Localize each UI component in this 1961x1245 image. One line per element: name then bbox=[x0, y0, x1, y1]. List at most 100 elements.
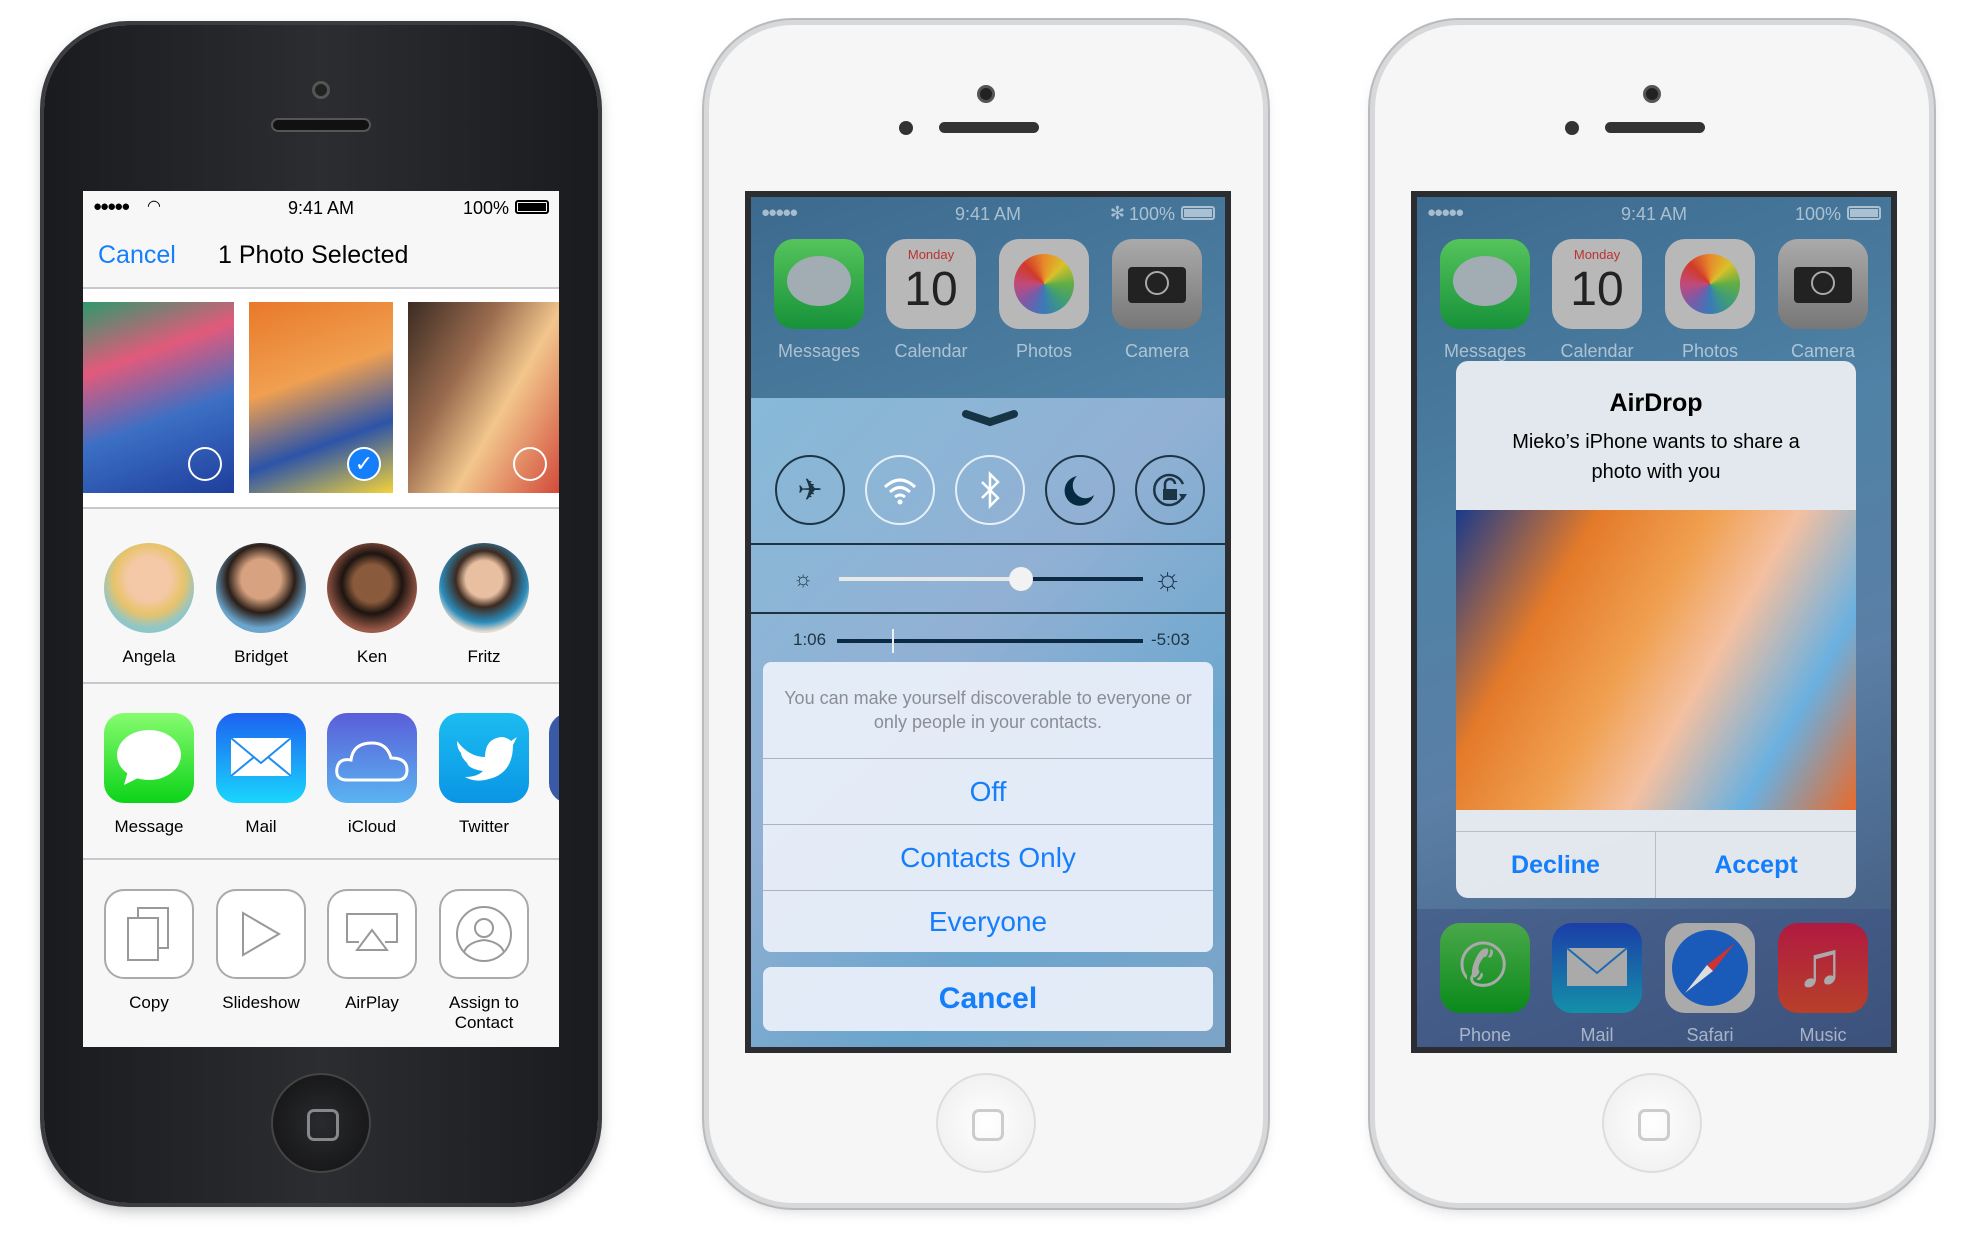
calendar-date: 10 bbox=[904, 263, 958, 316]
page-title: 1 Photo Selected bbox=[218, 241, 409, 269]
copy-icon bbox=[104, 889, 194, 979]
cancel-button[interactable]: Cancel bbox=[98, 241, 176, 270]
share-icloud[interactable]: iCloud bbox=[316, 713, 428, 837]
action-assign-contact[interactable]: Assign to Contact bbox=[428, 889, 540, 1033]
action-label: AirPlay bbox=[345, 993, 399, 1012]
action-label: Slideshow bbox=[222, 993, 300, 1012]
app-camera[interactable]: Camera bbox=[1101, 239, 1213, 362]
divider bbox=[83, 507, 559, 509]
action-label: Copy bbox=[129, 993, 169, 1012]
messages-icon bbox=[1440, 239, 1530, 329]
app-calendar[interactable]: Monday 10 Calendar bbox=[1541, 239, 1653, 362]
brightness-low-icon: ☼ bbox=[793, 566, 814, 591]
battery-percent: 100% bbox=[462, 198, 509, 218]
airdrop-off-option[interactable]: Off bbox=[763, 758, 1213, 824]
safari-icon bbox=[1665, 923, 1755, 1013]
messages-icon bbox=[774, 239, 864, 329]
moon-icon bbox=[1064, 476, 1094, 506]
avatar bbox=[327, 543, 417, 633]
app-calendar[interactable]: Monday 10 Calendar bbox=[875, 239, 987, 362]
more-share-apps[interactable] bbox=[549, 713, 559, 803]
selection-circle[interactable] bbox=[188, 447, 222, 481]
app-label: Calendar bbox=[1560, 341, 1634, 361]
action-copy[interactable]: Copy bbox=[93, 889, 205, 1013]
home-button[interactable] bbox=[271, 1073, 371, 1173]
contact-name: Angela bbox=[122, 647, 176, 666]
app-messages[interactable]: Messages bbox=[763, 239, 875, 362]
action-slideshow[interactable]: Slideshow bbox=[205, 889, 317, 1013]
calendar-day: Monday bbox=[1573, 247, 1621, 262]
dock-mail[interactable]: Mail bbox=[1541, 923, 1653, 1046]
chevron-down-icon[interactable] bbox=[962, 408, 1018, 430]
battery-percent: 100% bbox=[1128, 204, 1175, 224]
dock-phone[interactable]: ✆ Phone bbox=[1429, 923, 1541, 1046]
app-label: Camera bbox=[1124, 341, 1190, 361]
app-label: Message bbox=[114, 817, 184, 836]
status-bar: ●●●●● 9:41 AM 100% bbox=[1417, 197, 1891, 231]
dock-safari[interactable]: Safari bbox=[1654, 923, 1766, 1046]
app-photos[interactable]: Photos bbox=[1654, 239, 1766, 362]
app-label: Photos bbox=[1015, 341, 1073, 361]
airdrop-contacts-only-option[interactable]: Contacts Only bbox=[763, 824, 1213, 890]
cancel-button[interactable]: Cancel bbox=[763, 967, 1213, 1031]
app-label: iCloud bbox=[347, 817, 397, 836]
home-button[interactable] bbox=[936, 1073, 1036, 1173]
contact-fritz[interactable]: Fritz bbox=[428, 543, 540, 667]
home-button[interactable] bbox=[1602, 1073, 1702, 1173]
app-label: Messages bbox=[777, 341, 861, 361]
status-bar: ●●●●● 9:41 AM ✻ 100% bbox=[751, 197, 1225, 231]
checkmark-icon[interactable]: ✓ bbox=[347, 447, 381, 481]
airdrop-alert: AirDrop Mieko’s iPhone wants to share a … bbox=[1456, 361, 1856, 898]
slider-knob[interactable] bbox=[1009, 567, 1034, 591]
earpiece-speaker bbox=[1605, 122, 1705, 133]
message-icon bbox=[104, 713, 194, 803]
contact-angela[interactable]: Angela bbox=[93, 543, 205, 667]
brightness-slider[interactable] bbox=[839, 567, 1143, 591]
photo-thumbnail[interactable]: ✓ bbox=[249, 302, 393, 493]
app-label: Mail bbox=[1580, 1025, 1614, 1045]
brightness-high-icon: ☼ bbox=[1153, 560, 1183, 596]
share-mail[interactable]: Mail bbox=[205, 713, 317, 837]
bluetooth-toggle[interactable] bbox=[955, 455, 1025, 525]
photos-icon bbox=[1665, 239, 1755, 329]
music-scrubber[interactable] bbox=[837, 629, 1143, 653]
shared-photo-preview bbox=[1456, 510, 1856, 810]
selection-circle[interactable] bbox=[513, 447, 547, 481]
photo-thumbnail[interactable] bbox=[83, 302, 234, 493]
app-camera[interactable]: Camera bbox=[1767, 239, 1879, 362]
rotation-lock-toggle[interactable] bbox=[1135, 455, 1205, 525]
app-photos[interactable]: Photos bbox=[988, 239, 1100, 362]
dock-music[interactable]: ♫ Music bbox=[1767, 923, 1879, 1046]
alert-title: AirDrop bbox=[1609, 389, 1703, 417]
avatar bbox=[216, 543, 306, 633]
airplane-mode-toggle[interactable]: ✈ bbox=[775, 455, 845, 525]
share-message[interactable]: Message bbox=[93, 713, 205, 837]
front-camera bbox=[312, 81, 330, 99]
iphone-black: ●●●●● ◠ 9:41 AM 100% Cancel 1 Photo Sele… bbox=[44, 25, 598, 1203]
airdrop-action-sheet: You can make yourself discoverable to ev… bbox=[763, 662, 1213, 952]
contact-name: Fritz bbox=[467, 647, 501, 666]
status-bar: ●●●●● ◠ 9:41 AM 100% bbox=[83, 191, 559, 225]
app-label: Photos bbox=[1681, 341, 1739, 361]
do-not-disturb-toggle[interactable] bbox=[1045, 455, 1115, 525]
contact-name: Ken bbox=[356, 647, 388, 666]
photo-thumbnail[interactable] bbox=[408, 302, 559, 493]
wifi-toggle[interactable] bbox=[865, 455, 935, 525]
calendar-icon: Monday 10 bbox=[886, 239, 976, 329]
app-label: Mail bbox=[245, 817, 277, 836]
app-label: Messages bbox=[1443, 341, 1527, 361]
battery-icon bbox=[1847, 206, 1881, 220]
share-sheet-screen: ●●●●● ◠ 9:41 AM 100% Cancel 1 Photo Sele… bbox=[83, 191, 559, 1047]
proximity-sensor bbox=[899, 121, 913, 135]
app-label: Safari bbox=[1686, 1025, 1734, 1045]
app-messages[interactable]: Messages bbox=[1429, 239, 1541, 362]
action-airplay[interactable]: AirPlay bbox=[316, 889, 428, 1013]
wifi-icon bbox=[883, 478, 917, 505]
decline-button[interactable]: Decline bbox=[1456, 832, 1656, 898]
contact-ken[interactable]: Ken bbox=[316, 543, 428, 667]
share-twitter[interactable]: Twitter bbox=[428, 713, 540, 837]
contact-bridget[interactable]: Bridget bbox=[205, 543, 317, 667]
control-center-screen: ●●●●● 9:41 AM ✻ 100% Messages Monday 10 Ca… bbox=[745, 191, 1231, 1053]
airdrop-everyone-option[interactable]: Everyone bbox=[763, 890, 1213, 952]
accept-button[interactable]: Accept bbox=[1656, 832, 1856, 898]
